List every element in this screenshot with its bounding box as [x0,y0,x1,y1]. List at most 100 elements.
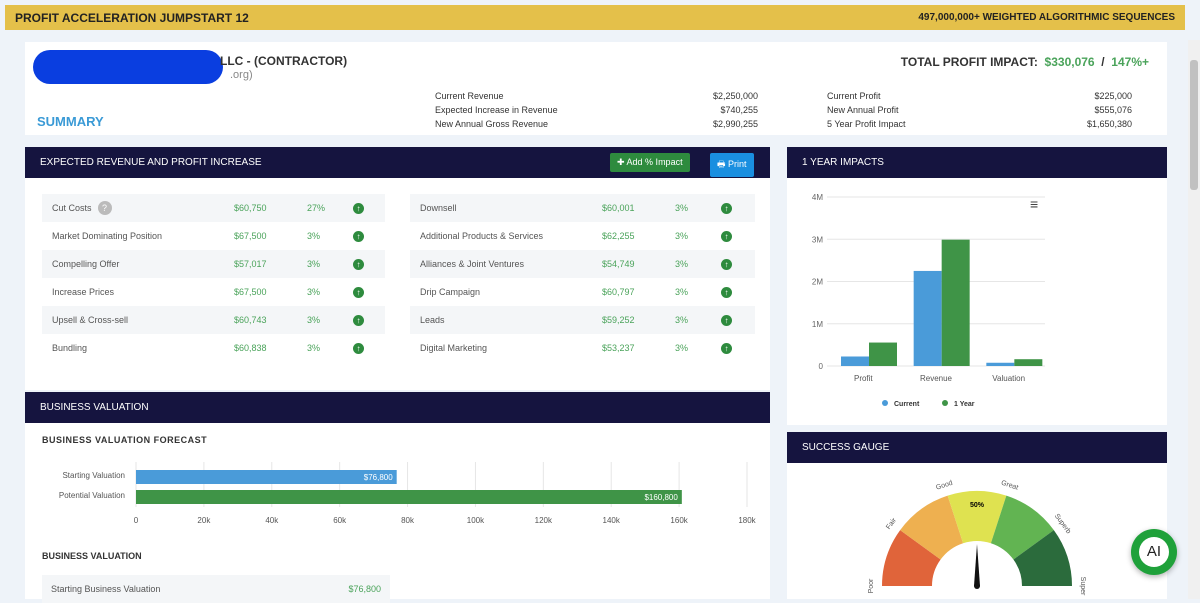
impact-row[interactable]: Drip Campaign $60,797 3% ↑ [410,278,755,306]
arrow-up-icon[interactable]: ↑ [353,342,364,354]
x-tick-label: 80k [401,516,415,525]
impact-pct: 3% [307,259,321,269]
impact-row[interactable]: Compelling Offer $57,017 3% ↑ [42,250,385,278]
arrow-up-icon[interactable]: ↑ [353,286,364,298]
gauge-value-label: 50% [970,502,985,509]
impact-value: $57,017 [234,259,267,269]
impact-name: Cut Costs [52,203,92,213]
x-tick-label: 0 [134,516,139,525]
impact-pct: 3% [675,203,689,213]
bar-1-year [941,239,970,366]
arrow-up-icon[interactable]: ↑ [353,314,364,326]
arrow-up-icon[interactable]: ↑ [721,286,732,298]
bar-current [986,362,1015,366]
impact-name-cell: Increase Prices [42,287,234,297]
impact-name: Drip Campaign [420,287,481,297]
bar-current [913,270,942,366]
impact-value: $60,797 [602,287,635,297]
impact-pct: 3% [675,343,689,353]
company-name: LLC - (CONTRACTOR) [220,54,348,68]
x-tick-label: 100k [467,516,485,525]
print-button[interactable]: 🖶 Print [710,153,754,177]
impact-value: $60,838 [234,343,267,353]
impact-row[interactable]: Downsell $60,001 3% ↑ [410,194,755,222]
arrow-up-icon[interactable]: ↑ [353,202,364,214]
arrow-up-icon[interactable]: ↑ [721,258,732,270]
impact-name-cell: Drip Campaign [410,287,602,297]
arrow-up-icon[interactable]: ↑ [721,230,732,242]
x-tick-label: Revenue [920,374,953,383]
valuation-chart: 0 20k 40k 60k 80k 100k 120k 140k 160k 180k Startin… [59,462,757,525]
legend-marker [882,400,888,406]
impact-value: $60,750 [234,203,267,213]
impact-row[interactable]: Upsell & Cross-sell $60,743 3% ↑ [42,306,385,334]
impacts-chart: 0 1M 2M 3M 4M Profit Revenue Valuation Current 1 … [812,193,1045,408]
impact-name-cell: Compelling Offer [42,259,234,269]
add-impact-button[interactable]: ✚ Add % Impact [610,153,690,172]
impact-row[interactable]: Digital Marketing $53,237 3% ↑ [410,334,755,362]
impact-value: $67,500 [234,287,267,297]
impact-list-left: Cut Costs? $60,750 27% ↑ Market Dominating P… [42,194,385,362]
impact-pct: 3% [675,287,689,297]
gauge-band-label: Super [1079,577,1086,596]
summary-value: $1,650,380 [1086,119,1132,129]
impact-name: Alliances & Joint Ventures [420,259,525,269]
summary-row: Expected Increase in Revenue $740,255 [435,103,758,117]
separator: / [1101,55,1105,69]
gauge-needle [974,544,980,586]
x-tick-label: Valuation [992,374,1025,383]
arrow-up-icon[interactable]: ↑ [353,230,364,242]
arrow-up-icon[interactable]: ↑ [353,258,364,270]
bar-data-label: $160,800 [644,493,678,502]
impact-name-cell: Bundling [42,343,234,353]
impact-row[interactable]: Increase Prices $67,500 3% ↑ [42,278,385,306]
arrow-up-icon[interactable]: ↑ [721,202,732,214]
revenue-summary: Current Revenue $2,250,000 Expected Increa… [435,89,758,131]
impact-name-cell: Upsell & Cross-sell [42,315,234,325]
expected-panel: EXPECTED REVENUE AND PROFIT INCREASE ✚ A… [25,147,770,390]
summary-value: $2,990,255 [712,119,758,129]
arrow-up-icon[interactable]: ↑ [721,342,732,354]
impact-row[interactable]: Bundling $60,838 3% ↑ [42,334,385,362]
impact-row[interactable]: Cut Costs? $60,750 27% ↑ [42,194,385,222]
x-tick-label: 40k [265,516,279,525]
x-tick-label: 60k [333,516,347,525]
ai-icon: AI [1139,537,1169,567]
y-tick-label: 3M [812,235,823,244]
impact-value: $59,252 [602,315,635,325]
impact-value: $60,743 [234,315,267,325]
scrollbar[interactable] [1188,40,1200,599]
impact-row[interactable]: Leads $59,252 3% ↑ [410,306,755,334]
summary-label: Expected Increase in Revenue [435,105,558,115]
row-value: $76,800 [348,584,381,594]
valuation-header: BUSINESS VALUATION [25,392,770,423]
profit-summary: Current Profit $225,000 New Annual Profit $… [827,89,1132,131]
company-email: .org) [230,69,253,81]
arrow-up-icon[interactable]: ↑ [721,314,732,326]
impact-row[interactable]: Market Dominating Position $67,500 3% ↑ [42,222,385,250]
summary-label: Current Profit [827,91,881,101]
impact-row[interactable]: Alliances & Joint Ventures $54,749 3% ↑ [410,250,755,278]
ai-assistant-button[interactable]: AI [1131,529,1177,575]
expected-header: EXPECTED REVENUE AND PROFIT INCREASE ✚ A… [25,147,770,178]
forecast-title: BUSINESS VALUATION FORECAST [42,435,208,445]
x-tick-label: 160k [670,516,688,525]
valuation-panel: BUSINESS VALUATION BUSINESS VALUATION FO… [25,392,770,603]
impact-name-cell: Leads [410,315,602,325]
bar-current [841,356,869,366]
impact-name: Increase Prices [52,287,115,297]
impact-row[interactable]: Additional Products & Services $62,255 3% ↑ [410,222,755,250]
app-title: PROFIT ACCELERATION JUMPSTART 12 [15,11,249,25]
top-banner: PROFIT ACCELERATION JUMPSTART 12 497,000… [5,5,1185,30]
help-icon[interactable]: ? [97,201,112,215]
scrollbar-thumb[interactable] [1190,60,1198,190]
impact-name-cell: Market Dominating Position [42,231,234,241]
impacts-header: 1 YEAR IMPACTS [787,147,1167,178]
impact-name-cell: Downsell [410,203,602,213]
impact-pct: 3% [675,315,689,325]
summary-row: New Annual Gross Revenue $2,990,255 [435,117,758,131]
impact-name-cell: Alliances & Joint Ventures [410,259,602,269]
impact-name: Leads [420,315,445,325]
impact-value: $62,255 [602,231,635,241]
bar-1-year [1014,359,1043,366]
